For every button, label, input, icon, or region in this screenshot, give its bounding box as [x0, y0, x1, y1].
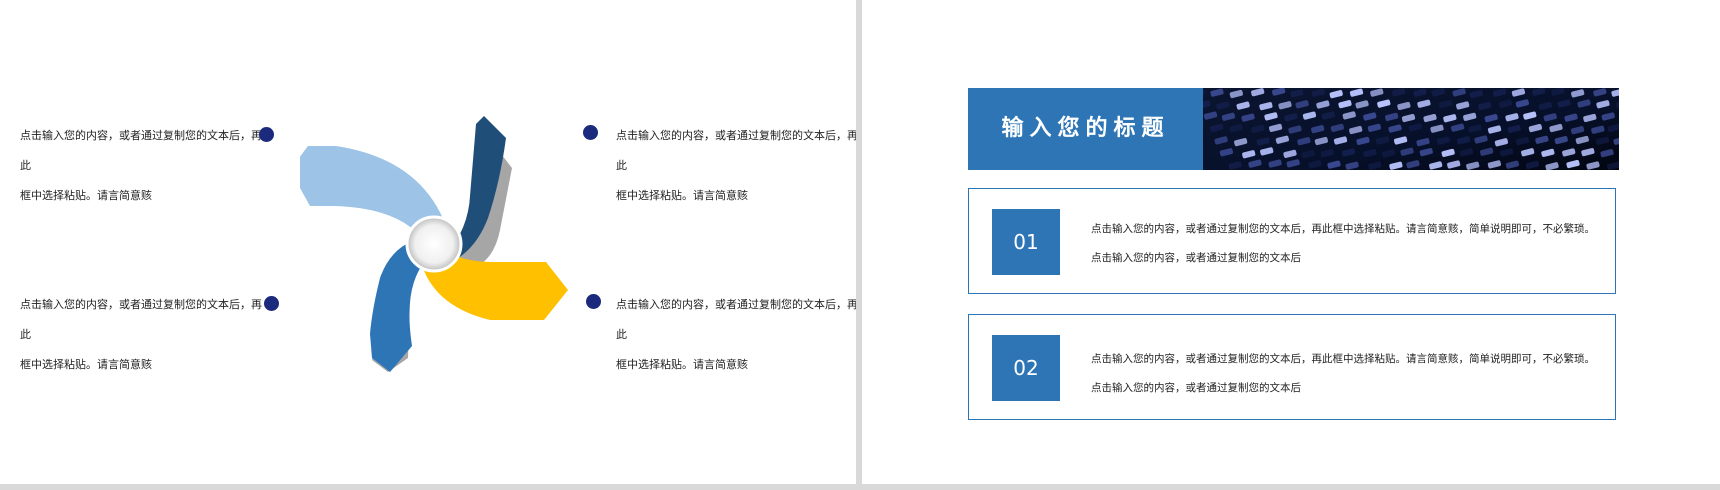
- card-text-line: 点击输入您的内容，或者通过复制您的文本后: [1091, 252, 1301, 264]
- note-top-left: 点击输入您的内容，或者通过复制您的文本后，再此 框中选择粘贴。请言简意赅: [20, 121, 270, 211]
- slide-left: 点击输入您的内容，或者通过复制您的文本后，再此 框中选择粘贴。请言简意赅 点击输…: [0, 0, 856, 484]
- note-line: 框中选择粘贴。请言简意赅: [616, 358, 748, 371]
- card-text-line: 点击输入您的内容，或者通过复制您的文本后，再此框中选择粘贴。请言简意赅，简单说明…: [1091, 353, 1595, 365]
- slide-right: 输入您的标题 01 点击输入您的内容，或者通过复制您的文本后，再此框中选择粘贴。…: [862, 0, 1720, 484]
- note-line: 框中选择粘贴。请言简意赅: [20, 189, 152, 202]
- note-line: 点击输入您的内容，或者通过复制您的文本后，再此: [20, 129, 262, 172]
- info-card-02: 02 点击输入您的内容，或者通过复制您的文本后，再此框中选择粘贴。请言简意赅，简…: [968, 314, 1616, 420]
- slide-title: 输入您的标题: [1001, 116, 1170, 141]
- card-number: 02: [992, 335, 1060, 401]
- bullet-dot-top-left: [259, 127, 274, 142]
- note-bottom-left: 点击输入您的内容，或者通过复制您的文本后，再此 框中选择粘贴。请言简意赅: [20, 290, 270, 380]
- card-text-line: 点击输入您的内容，或者通过复制您的文本后: [1091, 382, 1301, 394]
- title-bar: 输入您的标题: [968, 88, 1203, 170]
- pinwheel-graphic: [300, 116, 568, 372]
- info-card-01: 01 点击输入您的内容，或者通过复制您的文本后，再此框中选择粘贴。请言简意赅，简…: [968, 188, 1616, 294]
- note-line: 点击输入您的内容，或者通过复制您的文本后，再此: [616, 129, 856, 172]
- keyboard-photo: [1203, 88, 1619, 170]
- note-line: 点击输入您的内容，或者通过复制您的文本后，再此: [616, 298, 856, 341]
- note-line: 框中选择粘贴。请言简意赅: [616, 189, 748, 202]
- bullet-dot-bottom-right: [586, 294, 601, 309]
- note-line: 点击输入您的内容，或者通过复制您的文本后，再此: [20, 298, 262, 341]
- note-line: 框中选择粘贴。请言简意赅: [20, 358, 152, 371]
- note-bottom-right: 点击输入您的内容，或者通过复制您的文本后，再此 框中选择粘贴。请言简意赅: [616, 290, 856, 380]
- note-top-right: 点击输入您的内容，或者通过复制您的文本后，再此 框中选择粘贴。请言简意赅: [616, 121, 856, 211]
- card-number: 01: [992, 209, 1060, 275]
- bullet-dot-bottom-left: [264, 296, 279, 311]
- bullet-dot-top-right: [583, 125, 598, 140]
- card-text-line: 点击输入您的内容，或者通过复制您的文本后，再此框中选择粘贴。请言简意赅，简单说明…: [1091, 223, 1595, 235]
